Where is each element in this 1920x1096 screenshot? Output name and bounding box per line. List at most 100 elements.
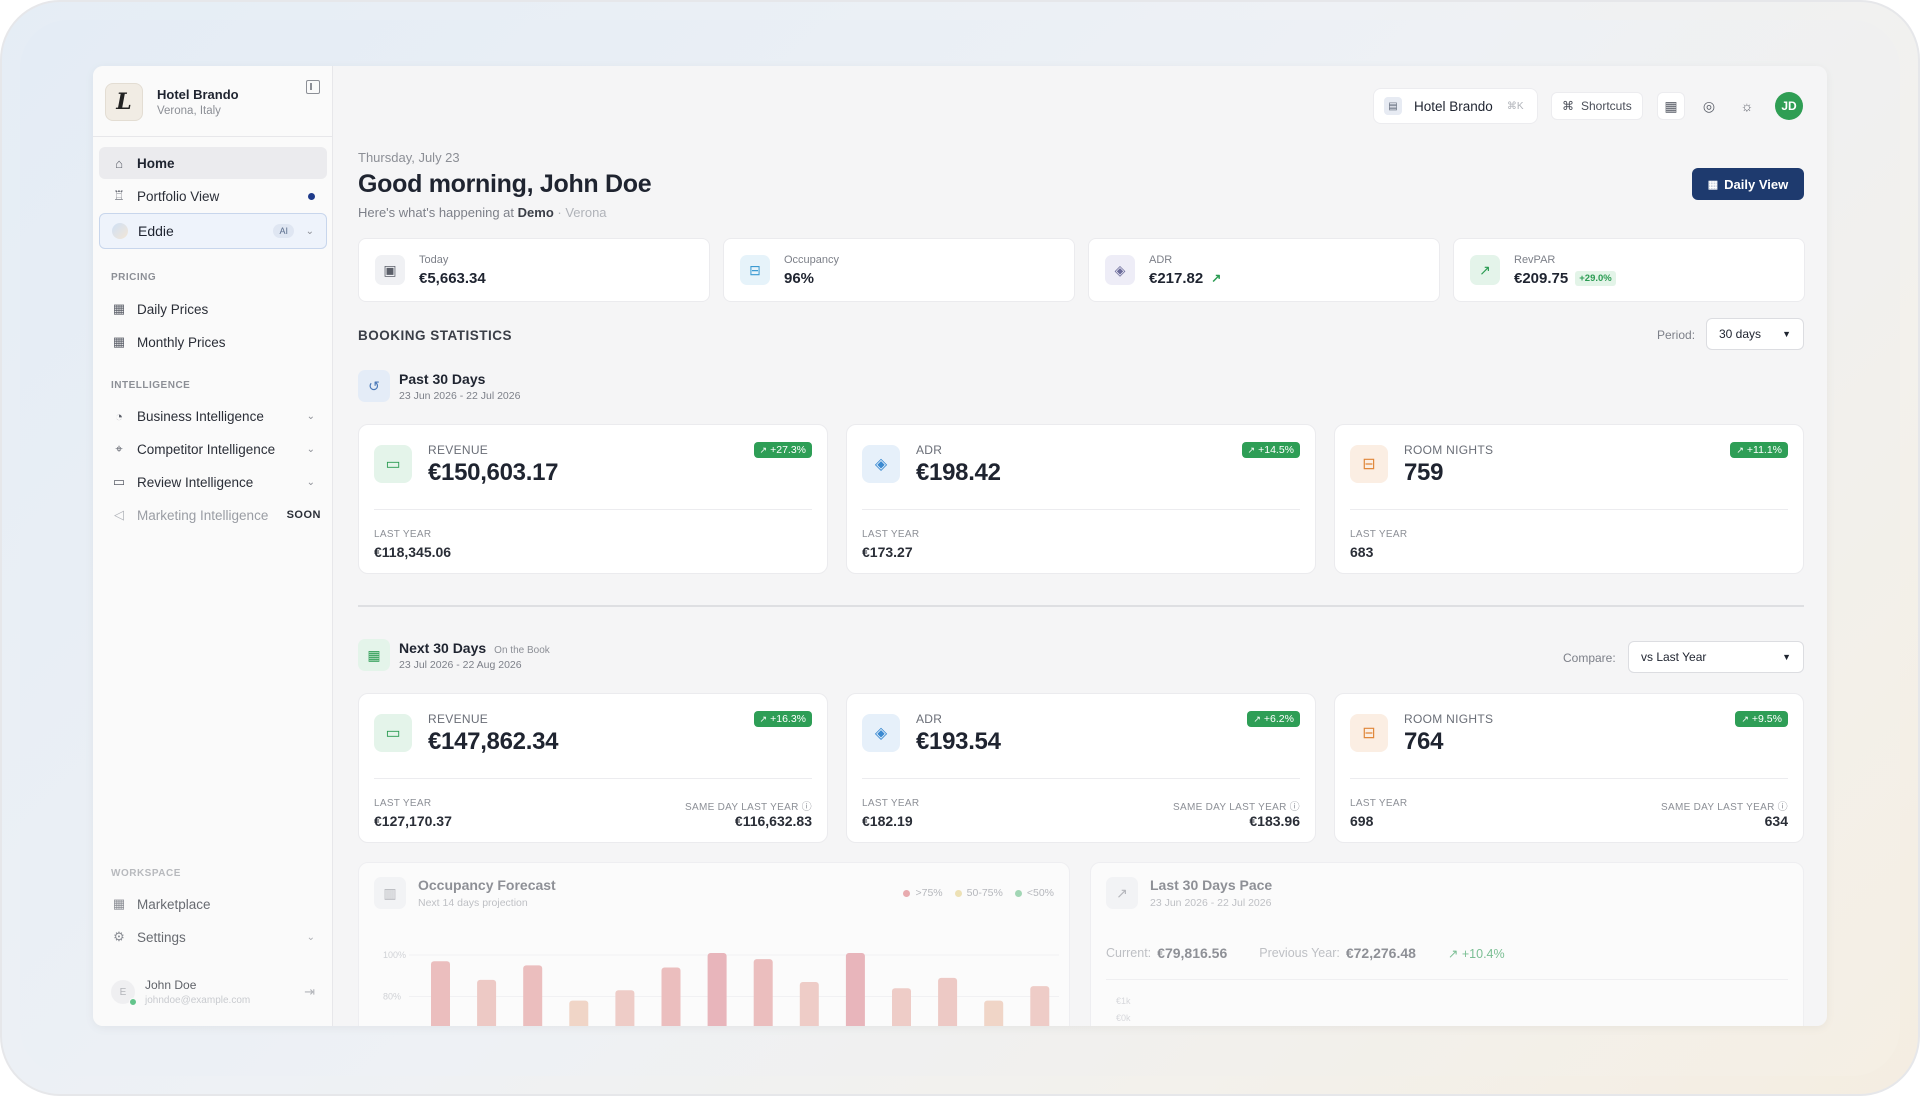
shortcuts-label: Shortcuts	[1581, 99, 1632, 113]
apps-grid-icon[interactable]: ▦	[1657, 92, 1685, 120]
telescope-icon: ⌖	[115, 441, 123, 456]
occupancy-forecast-panel: ▥ Occupancy Forecast Next 14 days projec…	[358, 862, 1070, 1026]
daily-view-button[interactable]: ▦ Daily View	[1692, 168, 1804, 200]
online-status-dot	[129, 998, 137, 1006]
stat-card-room-nights[interactable]: ⊟ ROOM NIGHTS 759 ↗ +11.1% LAST YEAR 683	[1334, 424, 1804, 574]
forecast-bar[interactable]	[799, 981, 819, 1026]
kpi-card-revpar[interactable]: ↗ RevPAR €209.75 +29.0%	[1453, 238, 1805, 302]
kpi-value: 96%	[784, 269, 815, 287]
sidebar-item-eddie[interactable]: Eddie AI ⌄	[99, 213, 327, 249]
forecast-bar[interactable]	[938, 977, 958, 1026]
y-tick-label: 80%	[383, 992, 401, 1002]
sidebar-item-label: Settings	[137, 929, 186, 945]
sidebar-item-daily-prices[interactable]: ▦ Daily Prices	[99, 293, 327, 325]
kpi-value: €5,663.34	[419, 269, 486, 287]
command-icon: ⌘	[1562, 99, 1574, 113]
message-icon: ▭	[112, 474, 126, 489]
hotel-switcher[interactable]: ▤ Hotel Brando ⌘K	[1373, 88, 1539, 124]
forecast-bar[interactable]	[845, 953, 865, 1026]
section-subtitle: Next 30 Days	[399, 639, 487, 656]
forecast-bar[interactable]	[1030, 986, 1050, 1026]
compare-label: Compare:	[1563, 651, 1616, 665]
sidebar-item-portfolio-view[interactable]: ♖ Portfolio View	[99, 180, 327, 212]
forecast-bar[interactable]	[661, 967, 681, 1026]
stat-label: ROOM NIGHTS	[1404, 712, 1494, 726]
page-subtitle: Here's what's happening at Demo · Verona	[358, 205, 607, 220]
section-label-workspace: WORKSPACE	[111, 868, 181, 879]
forecast-bar[interactable]	[707, 953, 727, 1026]
change-badge: ↗ +27.3%	[753, 442, 812, 458]
trend-up-icon: ↗	[1253, 713, 1261, 724]
gear-icon: ⚙	[113, 929, 125, 944]
stat-card-room-nights-next[interactable]: ⊟ ROOM NIGHTS 764 ↗ +9.5% LAST YEAR 698 S…	[1334, 693, 1804, 843]
forecast-bar[interactable]	[431, 961, 450, 1026]
forecast-bar[interactable]	[615, 990, 635, 1026]
trend-up-icon: ↗	[1470, 255, 1500, 285]
bed-icon: ⊟	[1350, 714, 1388, 752]
sidebar-item-label: Marketing Intelligence	[137, 507, 269, 523]
change-value: +11.1%	[1746, 444, 1782, 456]
sidebar-item-settings[interactable]: ⚙ Settings ⌄	[99, 921, 327, 953]
current-label: Current:	[1106, 946, 1152, 960]
kpi-label: ADR	[1149, 253, 1173, 266]
hotel-logo: L	[105, 83, 143, 121]
stat-card-adr-next[interactable]: ◈ ADR €193.54 ↗ +6.2% LAST YEAR €182.19 S…	[846, 693, 1316, 843]
current-date: Thursday, July 23	[358, 150, 460, 165]
sidebar-item-marketplace[interactable]: ▦ Marketplace	[99, 888, 327, 920]
sidebar-item-monthly-prices[interactable]: ▦ Monthly Prices	[99, 326, 327, 358]
user-menu[interactable]: E John Doe johndoe@example.com ⇥	[99, 970, 327, 1014]
compare-select[interactable]: vs Last Year ▼	[1628, 641, 1804, 673]
change-badge: ↗ +11.1%	[1730, 442, 1788, 458]
sun-icon[interactable]: ☼	[1733, 92, 1761, 120]
pace-summary: Current: €79,816.56 Previous Year: €72,2…	[1106, 945, 1505, 961]
tag-icon: ◈	[1105, 255, 1135, 285]
same-day-last-year-label: SAME DAY LAST YEAR ⓘ	[685, 802, 812, 813]
kpi-card-adr[interactable]: ◈ ADR €217.82 ↗	[1088, 238, 1440, 302]
shortcuts-button[interactable]: ⌘ Shortcuts	[1551, 92, 1643, 120]
sidebar-item-review-intelligence[interactable]: ▭ Review Intelligence ⌄	[99, 466, 327, 498]
section-subtitle: Past 30 Days	[399, 370, 486, 387]
forecast-bar[interactable]	[523, 965, 543, 1026]
kpi-card-occupancy[interactable]: ⊟ Occupancy 96%	[723, 238, 1075, 302]
grid-icon: ▦	[112, 896, 126, 911]
card-divider	[1350, 509, 1788, 510]
forecast-bar[interactable]	[569, 1000, 589, 1026]
sidebar-item-business-intelligence[interactable]: ◔ Business Intelligence ⌄	[99, 400, 327, 432]
stat-card-revenue-next[interactable]: ▭ REVENUE €147,862.34 ↗ +16.3% LAST YEAR …	[358, 693, 828, 843]
stat-label: REVENUE	[428, 712, 489, 726]
notification-dot	[308, 192, 315, 200]
period-select[interactable]: 30 days ▼	[1706, 318, 1804, 350]
sidebar-item-marketing-intelligence: ◁ Marketing Intelligence SOON	[99, 499, 327, 531]
stat-card-adr[interactable]: ◈ ADR €198.42 ↗ +14.5% LAST YEAR €173.27	[846, 424, 1316, 574]
forecast-bar[interactable]	[477, 979, 497, 1026]
soon-badge: SOON	[286, 509, 321, 521]
logout-icon[interactable]: ⇥	[304, 984, 315, 1000]
kpi-value: €217.82	[1149, 269, 1204, 287]
user-email: johndoe@example.com	[145, 995, 251, 1006]
kpi-card-today[interactable]: ▣ Today €5,663.34	[358, 238, 710, 302]
last-year-value: 698	[1350, 813, 1374, 829]
sidebar-item-home[interactable]: ⌂ Home	[99, 147, 327, 179]
stat-card-revenue[interactable]: ▭ REVENUE €150,603.17 ↗ +27.3% LAST YEAR …	[358, 424, 828, 574]
forecast-bar[interactable]	[892, 988, 911, 1026]
last-year-label: LAST YEAR	[374, 798, 432, 809]
tag-icon: ◈	[862, 445, 900, 483]
occupancy-bar-chart: 100%80%60%	[383, 950, 1059, 1026]
change-value: +14.5%	[1258, 444, 1294, 456]
help-icon[interactable]: ◎	[1695, 92, 1723, 120]
forecast-bar[interactable]	[984, 1000, 1004, 1026]
building-icon: ▤	[1384, 97, 1402, 115]
page-title: Good morning, John Doe	[358, 170, 652, 198]
panel-title: Last 30 Days Pace	[1150, 877, 1273, 893]
sidebar-collapse-icon[interactable]	[306, 80, 320, 94]
forecast-bar[interactable]	[753, 959, 773, 1026]
brand-switcher[interactable]: L Hotel Brando Verona, Italy	[105, 78, 321, 126]
section-divider	[358, 605, 1804, 607]
stat-value: €150,603.17	[428, 459, 559, 486]
avatar[interactable]: JD	[1775, 92, 1803, 120]
app-window: L Hotel Brando Verona, Italy ⌂ Home ♖ Po…	[93, 66, 1827, 1026]
stat-value: 764	[1404, 728, 1444, 755]
sidebar-item-competitor-intelligence[interactable]: ⌖ Competitor Intelligence ⌄	[99, 433, 327, 465]
y-tick-label: €0k	[1116, 1013, 1131, 1023]
stat-label: ADR	[916, 443, 943, 457]
